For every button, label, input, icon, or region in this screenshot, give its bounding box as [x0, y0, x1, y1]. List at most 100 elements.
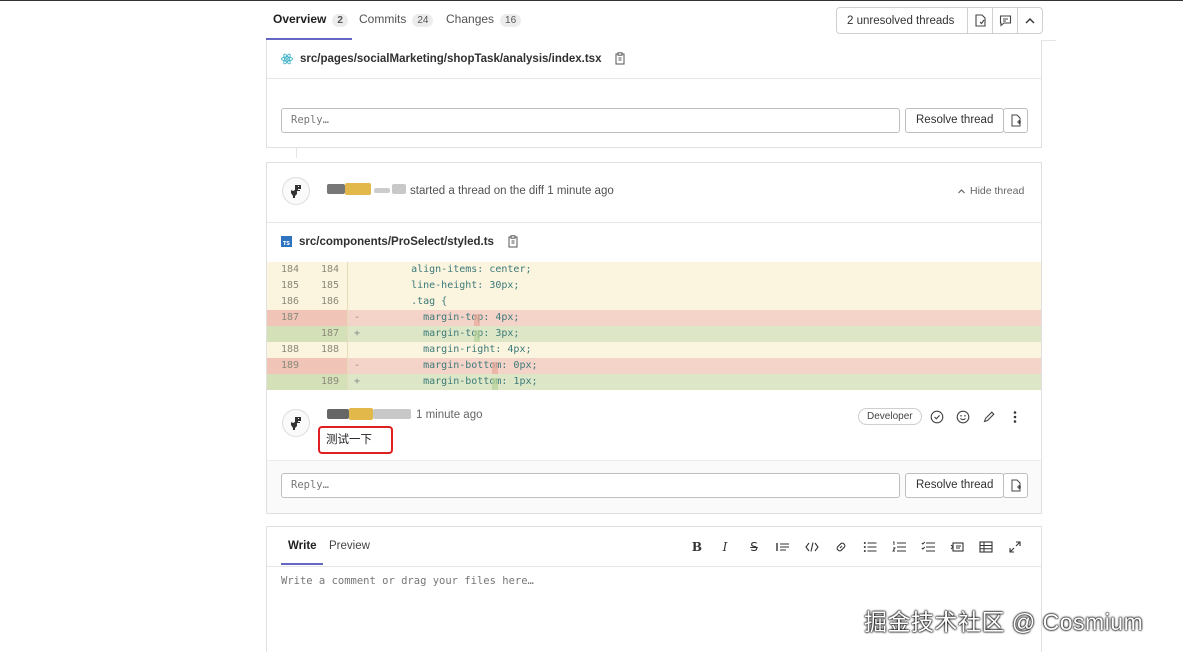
fullscreen-icon[interactable]	[1007, 539, 1023, 555]
typescript-file-icon: TS	[281, 236, 292, 247]
diff-code: line-height: 30px;	[387, 280, 520, 291]
tab-changes-count: 16	[500, 14, 522, 27]
diff-line-removed: 187 - margin-top: 4px;	[267, 310, 1041, 326]
comment-icon[interactable]	[993, 8, 1018, 33]
author-name-redacted	[327, 184, 345, 194]
old-line-number[interactable]: 185	[267, 278, 307, 294]
diff-code: .tag {	[387, 296, 448, 307]
copy-path-icon[interactable]	[507, 235, 519, 248]
changed-char-highlight	[474, 314, 480, 326]
author-name-redacted	[345, 183, 371, 195]
new-line-number[interactable]: 184	[307, 262, 347, 278]
diff-code: align-items: center;	[387, 264, 532, 275]
diff-marker: -	[347, 310, 387, 326]
diff-marker: -	[347, 358, 387, 374]
changed-char-highlight	[492, 362, 498, 374]
tab-changes-label: Changes	[446, 12, 495, 26]
comment-textarea[interactable]: Write a comment or drag your files here…	[281, 575, 534, 587]
old-line-number[interactable]: 186	[267, 294, 307, 310]
thread-2-resolve-button[interactable]: Resolve thread	[905, 473, 1005, 498]
new-line-number[interactable]: 189	[307, 374, 347, 390]
link-icon[interactable]	[833, 539, 849, 555]
strikethrough-icon[interactable]: S	[746, 539, 762, 555]
tab-preview[interactable]: Preview	[329, 540, 370, 552]
tab-changes[interactable]: Changes 16	[446, 12, 522, 27]
table-icon[interactable]	[978, 539, 994, 555]
tab-write[interactable]: Write	[288, 540, 317, 552]
old-line-number[interactable]	[267, 374, 307, 390]
diff-code: margin-bottom: 1px;	[387, 376, 538, 387]
role-badge: Developer	[858, 408, 922, 425]
hide-thread-button[interactable]: Hide thread	[957, 185, 1024, 197]
changed-char-highlight	[492, 378, 498, 390]
code-icon[interactable]	[804, 539, 820, 555]
new-line-number[interactable]: 187	[307, 326, 347, 342]
unresolved-threads-button[interactable]: 2 unresolved threads	[837, 8, 968, 33]
svg-text:TS: TS	[283, 241, 290, 247]
tab-overview[interactable]: Overview 2	[273, 12, 348, 27]
task-list-icon[interactable]	[920, 539, 936, 555]
watermark: 掘金技术社区 @ Cosmium	[864, 609, 1144, 635]
thread-1-resolve-in-new-issue-icon[interactable]	[1003, 108, 1028, 133]
diff-marker: +	[347, 326, 387, 342]
chevron-up-icon	[958, 188, 965, 193]
thread-1-file-path[interactable]: src/pages/socialMarketing/shopTask/analy…	[300, 53, 601, 65]
resolve-check-icon[interactable]	[929, 409, 945, 425]
old-line-number[interactable]: 187	[267, 310, 307, 326]
commenter-name-redacted	[327, 409, 349, 419]
old-line-number[interactable]: 188	[267, 342, 307, 358]
thread-1-resolve-button[interactable]: Resolve thread	[905, 108, 1005, 133]
quote-icon[interactable]	[775, 539, 791, 555]
diff-code: margin-bottom: 0px;	[387, 360, 538, 371]
active-editor-tab-indicator	[281, 563, 323, 565]
thread-connector	[296, 148, 297, 158]
diff-line: 185 185 line-height: 30px;	[267, 278, 1041, 294]
tab-overview-count: 2	[332, 14, 348, 27]
tab-commits-count: 24	[412, 14, 434, 27]
diff-line-added: 189 + margin-bottom: 1px;	[267, 374, 1041, 390]
new-line-number[interactable]: 186	[307, 294, 347, 310]
comment-body: 测试一下	[326, 432, 372, 446]
commenter-avatar[interactable]	[282, 409, 310, 437]
react-file-icon	[281, 53, 293, 64]
collapsible-section-icon[interactable]	[949, 539, 965, 555]
old-line-number[interactable]: 184	[267, 262, 307, 278]
comment-timestamp[interactable]: 1 minute ago	[416, 409, 483, 421]
new-line-number[interactable]	[307, 358, 347, 374]
numbered-list-icon[interactable]	[891, 539, 907, 555]
thread-1-reply-input[interactable]: Reply…	[281, 108, 900, 133]
author-handle-redacted	[392, 184, 406, 194]
new-line-number[interactable]	[307, 310, 347, 326]
bold-icon[interactable]: B	[689, 539, 705, 555]
diff-code: margin-top: 4px;	[387, 312, 520, 323]
new-line-number[interactable]: 188	[307, 342, 347, 358]
diff-marker	[347, 294, 387, 310]
thread-2-reply-input[interactable]: Reply…	[281, 473, 900, 498]
more-actions-icon[interactable]	[1007, 409, 1023, 425]
thread-2-file-header: TS src/components/ProSelect/styled.ts	[281, 235, 519, 248]
italic-icon[interactable]: I	[717, 539, 733, 555]
diff-line-removed: 189 - margin-bottom: 0px;	[267, 358, 1041, 374]
diff-code: margin-top: 3px;	[387, 328, 520, 339]
commenter-handle-redacted	[373, 409, 411, 419]
edit-pencil-icon[interactable]	[981, 409, 997, 425]
thread-1-file-header: src/pages/socialMarketing/shopTask/analy…	[281, 52, 626, 65]
new-line-number[interactable]: 185	[307, 278, 347, 294]
resolve-all-icon[interactable]	[968, 8, 993, 33]
copy-path-icon[interactable]	[614, 52, 626, 65]
diff-marker	[347, 262, 387, 278]
tab-commits-label: Commits	[359, 12, 407, 26]
diff-code: margin-right: 4px;	[387, 344, 532, 355]
unresolved-threads-group: 2 unresolved threads	[836, 7, 1043, 34]
thread-2-resolve-in-new-issue-icon[interactable]	[1003, 473, 1028, 498]
author-avatar[interactable]	[282, 177, 310, 205]
bullet-list-icon[interactable]	[862, 539, 878, 555]
emoji-icon[interactable]	[955, 409, 971, 425]
tab-commits[interactable]: Commits 24	[359, 12, 434, 27]
old-line-number[interactable]: 189	[267, 358, 307, 374]
diff-line: 184 184 align-items: center;	[267, 262, 1041, 278]
chevron-up-icon[interactable]	[1018, 8, 1042, 33]
old-line-number[interactable]	[267, 326, 307, 342]
thread-2-file-path[interactable]: src/components/ProSelect/styled.ts	[299, 236, 494, 248]
changed-char-highlight	[474, 330, 480, 342]
